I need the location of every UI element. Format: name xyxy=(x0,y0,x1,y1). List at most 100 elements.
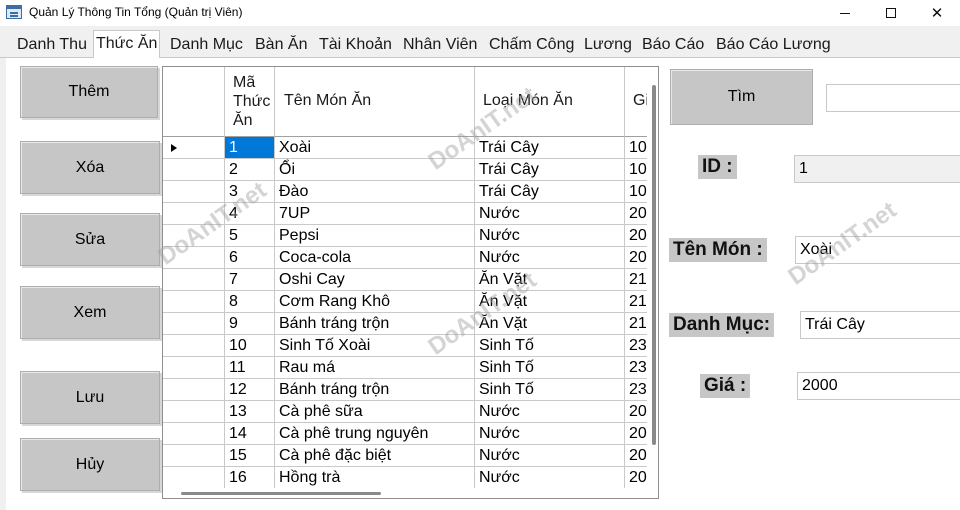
cell-id[interactable]: 3 xyxy=(225,181,275,203)
search-button[interactable]: Tìm xyxy=(670,69,813,125)
cell-id[interactable]: 2 xyxy=(225,159,275,181)
cell-id[interactable]: 8 xyxy=(225,291,275,313)
tab-bao-cao-luong[interactable]: Báo Cáo Lương xyxy=(714,33,833,58)
row-header-cell[interactable] xyxy=(163,203,225,225)
table-row[interactable]: 16 Hồng trà Nước 20 xyxy=(163,467,647,488)
cell-id[interactable]: 5 xyxy=(225,225,275,247)
cell-id[interactable]: 6 xyxy=(225,247,275,269)
cell-price[interactable]: 10 xyxy=(625,137,647,159)
maximize-button[interactable] xyxy=(868,0,914,26)
close-button[interactable]: ✕ xyxy=(914,0,960,26)
table-row[interactable]: 10 Sinh Tố Xoài Sinh Tố 23 xyxy=(163,335,647,357)
column-header-id[interactable]: Mã Thức Ăn xyxy=(225,67,275,137)
category-field[interactable]: Trái Cây xyxy=(800,311,960,339)
cell-name[interactable]: Sinh Tố Xoài xyxy=(275,335,475,357)
cell-price[interactable]: 20 xyxy=(625,423,647,445)
cell-name[interactable]: Cơm Rang Khô xyxy=(275,291,475,313)
cell-category[interactable]: Nước xyxy=(475,423,625,445)
cell-id[interactable]: 9 xyxy=(225,313,275,335)
cell-name[interactable]: Pepsi xyxy=(275,225,475,247)
cell-price[interactable]: 10 xyxy=(625,159,647,181)
cell-category[interactable]: Ăn Vặt xyxy=(475,291,625,313)
cell-category[interactable]: Sinh Tố xyxy=(475,379,625,401)
search-input[interactable] xyxy=(826,84,960,112)
cell-name[interactable]: Xoài xyxy=(275,137,475,159)
cell-category[interactable]: Nước xyxy=(475,445,625,467)
table-row[interactable]: 6 Coca-cola Nước 20 xyxy=(163,247,647,269)
cell-id[interactable]: 15 xyxy=(225,445,275,467)
minimize-button[interactable] xyxy=(822,0,868,26)
cell-name[interactable]: Cà phê đặc biệt xyxy=(275,445,475,467)
cell-price[interactable]: 21 xyxy=(625,269,647,291)
cell-category[interactable]: Trái Cây xyxy=(475,181,625,203)
cell-price[interactable]: 10 xyxy=(625,181,647,203)
cell-id[interactable]: 4 xyxy=(225,203,275,225)
table-row[interactable]: 13 Cà phê sữa Nước 20 xyxy=(163,401,647,423)
cell-category[interactable]: Ăn Vặt xyxy=(475,269,625,291)
row-header-cell[interactable] xyxy=(163,313,225,335)
cell-id[interactable]: 7 xyxy=(225,269,275,291)
row-header-cell[interactable] xyxy=(163,159,225,181)
tab-danh-muc[interactable]: Danh Mục xyxy=(168,33,245,58)
cell-category[interactable]: Nước xyxy=(475,203,625,225)
table-row[interactable]: 7 Oshi Cay Ăn Vặt 21 xyxy=(163,269,647,291)
table-row[interactable]: 12 Bánh tráng trộn Sinh Tố 23 xyxy=(163,379,647,401)
cell-name[interactable]: 7UP xyxy=(275,203,475,225)
tab-luong[interactable]: Lương xyxy=(582,33,634,58)
cell-id[interactable]: 11 xyxy=(225,357,275,379)
view-button[interactable]: Xem xyxy=(20,286,160,339)
cell-name[interactable]: Coca-cola xyxy=(275,247,475,269)
cell-price[interactable]: 20 xyxy=(625,401,647,423)
table-row[interactable]: 14 Cà phê trung nguyên Nước 20 xyxy=(163,423,647,445)
tab-danh-thu[interactable]: Danh Thu xyxy=(15,33,89,58)
cell-price[interactable]: 21 xyxy=(625,291,647,313)
cell-category[interactable]: Nước xyxy=(475,467,625,488)
cell-price[interactable]: 20 xyxy=(625,247,647,269)
column-header-price[interactable]: Gi xyxy=(625,67,647,137)
cell-name[interactable]: Hồng trà xyxy=(275,467,475,488)
cell-name[interactable]: Oshi Cay xyxy=(275,269,475,291)
tab-bao-cao[interactable]: Báo Cáo xyxy=(640,33,706,58)
cell-price[interactable]: 20 xyxy=(625,445,647,467)
cell-name[interactable]: Ổi xyxy=(275,159,475,181)
add-button[interactable]: Thêm xyxy=(20,66,158,118)
column-header-name[interactable]: Tên Món Ăn xyxy=(275,67,475,137)
row-header-cell[interactable] xyxy=(163,467,225,488)
cell-price[interactable]: 20 xyxy=(625,225,647,247)
id-field[interactable]: 1 xyxy=(794,155,960,183)
save-button[interactable]: Lưu xyxy=(20,371,160,424)
row-header-cell[interactable] xyxy=(163,291,225,313)
tab-tai-khoan[interactable]: Tài Khoản xyxy=(317,33,394,58)
row-header-cell[interactable] xyxy=(163,335,225,357)
table-row[interactable]: 9 Bánh tráng trộn Ăn Vặt 21 xyxy=(163,313,647,335)
row-header-cell[interactable] xyxy=(163,357,225,379)
cell-id[interactable]: 1 xyxy=(225,137,275,159)
row-header-cell[interactable] xyxy=(163,247,225,269)
cell-name[interactable]: Cà phê sữa xyxy=(275,401,475,423)
tab-thuc-an[interactable]: Thức Ăn xyxy=(93,30,161,59)
table-row[interactable]: 8 Cơm Rang Khô Ăn Vặt 21 xyxy=(163,291,647,313)
row-header-cell[interactable] xyxy=(163,269,225,291)
cell-name[interactable]: Cà phê trung nguyên xyxy=(275,423,475,445)
cell-category[interactable]: Nước xyxy=(475,225,625,247)
cell-price[interactable]: 20 xyxy=(625,203,647,225)
cell-category[interactable]: Nước xyxy=(475,247,625,269)
table-row[interactable]: 5 Pepsi Nước 20 xyxy=(163,225,647,247)
name-field[interactable]: Xoài xyxy=(795,236,960,264)
table-row[interactable]: 3 Đào Trái Cây 10 xyxy=(163,181,647,203)
cell-name[interactable]: Bánh tráng trộn xyxy=(275,379,475,401)
cell-category[interactable]: Nước xyxy=(475,401,625,423)
tab-nhan-vien[interactable]: Nhân Viên xyxy=(401,33,479,58)
row-header-cell[interactable] xyxy=(163,445,225,467)
food-grid[interactable]: Mã Thức Ăn Tên Món Ăn Loại Món Ăn Gi 1Xo… xyxy=(162,66,659,499)
price-field[interactable]: 2000 xyxy=(797,372,960,400)
cell-category[interactable]: Sinh Tố xyxy=(475,335,625,357)
cell-id[interactable]: 16 xyxy=(225,467,275,488)
cell-price[interactable]: 21 xyxy=(625,313,647,335)
cell-category[interactable]: Sinh Tố xyxy=(475,357,625,379)
table-row[interactable]: 11 Rau má Sinh Tố 23 xyxy=(163,357,647,379)
cell-id[interactable]: 12 xyxy=(225,379,275,401)
cell-name[interactable]: Rau má xyxy=(275,357,475,379)
horizontal-scrollbar[interactable] xyxy=(163,488,647,498)
cell-name[interactable]: Bánh tráng trộn xyxy=(275,313,475,335)
